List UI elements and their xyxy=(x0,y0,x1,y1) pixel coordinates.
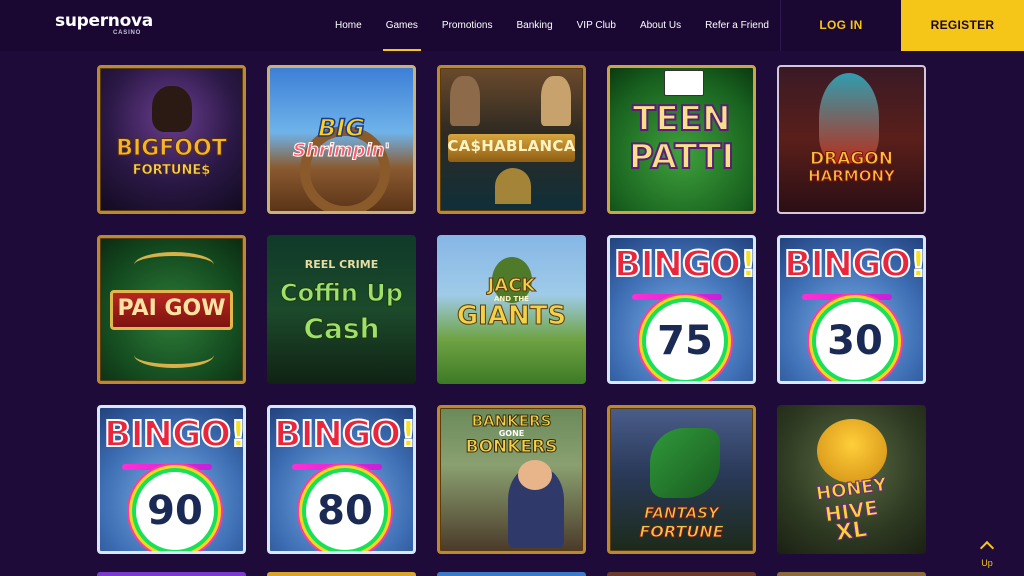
game-tile-honey-hive-xl[interactable]: HONEY HIVE XL xyxy=(777,405,926,554)
game-tile-partial[interactable] xyxy=(607,572,756,576)
game-title: FANTASY xyxy=(644,504,720,522)
game-title: JACK xyxy=(487,275,536,296)
game-title: PAI GOW xyxy=(117,296,226,321)
bingo-ball: 75 xyxy=(646,302,724,380)
nav-promotions[interactable]: Promotions xyxy=(435,0,500,51)
logo-subtitle: CASINO xyxy=(113,30,142,36)
bingo-logo: BINGO! xyxy=(783,243,926,286)
game-tile-coffin-up-cash[interactable]: REEL CRIME Coffin Up Cash xyxy=(267,235,416,384)
game-subtitle: GIANTS xyxy=(456,301,567,331)
supernova-logo[interactable]: supernova CASINO xyxy=(55,11,153,37)
bingo-number: 30 xyxy=(827,318,883,364)
scroll-up-label: Up xyxy=(981,558,993,568)
nav-home[interactable]: Home xyxy=(328,0,369,51)
scroll-up-button[interactable]: Up xyxy=(976,540,998,568)
game-tile-partial[interactable] xyxy=(777,572,926,576)
game-tile-bankers-gone-bonkers[interactable]: BANKERS GONE BONKERS xyxy=(437,405,586,554)
game-tile-teen-patti[interactable]: TEEN PATTI xyxy=(607,65,756,214)
game-title: DRAGON xyxy=(810,149,894,169)
nav-vip-club[interactable]: VIP Club xyxy=(570,0,623,51)
game-tag: REEL CRIME xyxy=(304,258,379,271)
top-header: supernova CASINO Home Games Promotions B… xyxy=(0,0,1024,51)
bingo-underline xyxy=(292,464,382,470)
game-tile-bingo-80[interactable]: BINGO! 80 xyxy=(267,405,416,554)
main-nav: Home Games Promotions Banking VIP Club A… xyxy=(328,0,786,51)
bingo-number: 80 xyxy=(317,488,373,534)
bingo-number: 90 xyxy=(147,488,203,534)
nav-about-us[interactable]: About Us xyxy=(633,0,688,51)
game-tile-bigfoot-fortunes[interactable]: BIGFOOT FORTUNE$ xyxy=(97,65,246,214)
bingo-ball: 30 xyxy=(816,302,894,380)
nav-banking[interactable]: Banking xyxy=(510,0,560,51)
bingo-underline xyxy=(632,294,722,300)
game-tile-partial[interactable] xyxy=(267,572,416,576)
bingo-underline xyxy=(802,294,892,300)
bingo-logo: BINGO! xyxy=(103,413,246,456)
game-title: Coffin Up xyxy=(280,279,404,307)
game-tile-cashablanca[interactable]: CA$HABLANCA xyxy=(437,65,586,214)
chevron-up-icon xyxy=(979,540,995,556)
game-subtitle: Cash xyxy=(303,312,380,345)
bingo-logo: BINGO! xyxy=(273,413,416,456)
game-title: CA$HABLANCA xyxy=(447,137,576,155)
bingo-number: 75 xyxy=(657,318,713,364)
register-button[interactable]: REGISTER xyxy=(901,0,1024,51)
game-title: BIGFOOT xyxy=(116,136,227,161)
game-tile-partial[interactable] xyxy=(437,572,586,576)
nav-games[interactable]: Games xyxy=(379,0,425,51)
game-tile-fantasy-fortune[interactable]: FANTASY FORTUNE xyxy=(607,405,756,554)
game-subtitle: Shrimpin' xyxy=(293,140,391,161)
game-tile-pai-gow[interactable]: PAI GOW xyxy=(97,235,246,384)
game-tile-bingo-90[interactable]: BINGO! 90 xyxy=(97,405,246,554)
bingo-ball: 90 xyxy=(136,472,214,550)
game-subtitle: HARMONY xyxy=(808,167,896,185)
logo-wordmark: supernova xyxy=(55,11,153,31)
game-subtitle: FORTUNE$ xyxy=(132,163,211,178)
game-title: BANKERS xyxy=(471,412,552,430)
bingo-ball: 80 xyxy=(306,472,384,550)
game-tile-big-shrimpin[interactable]: BIG Shrimpin' xyxy=(267,65,416,214)
nav-refer-a-friend[interactable]: Refer a Friend xyxy=(698,0,776,51)
bingo-logo: BINGO! xyxy=(613,243,756,286)
game-subtitle: PATTI xyxy=(628,137,735,177)
game-title: TEEN xyxy=(631,99,731,139)
game-tile-partial[interactable] xyxy=(97,572,246,576)
game-subtitle: FORTUNE xyxy=(639,522,724,541)
game-tile-dragon-harmony[interactable]: DRAGON HARMONY xyxy=(777,65,926,214)
bingo-underline xyxy=(122,464,212,470)
game-tile-bingo-75[interactable]: BINGO! 75 xyxy=(607,235,756,384)
login-button[interactable]: LOG IN xyxy=(780,0,901,51)
game-title: BIG xyxy=(317,114,365,142)
game-tile-jack-and-the-giants[interactable]: JACK AND THE GIANTS xyxy=(437,235,586,384)
game-subtitle: BONKERS xyxy=(465,437,558,457)
game-tile-bingo-30[interactable]: BINGO! 30 xyxy=(777,235,926,384)
